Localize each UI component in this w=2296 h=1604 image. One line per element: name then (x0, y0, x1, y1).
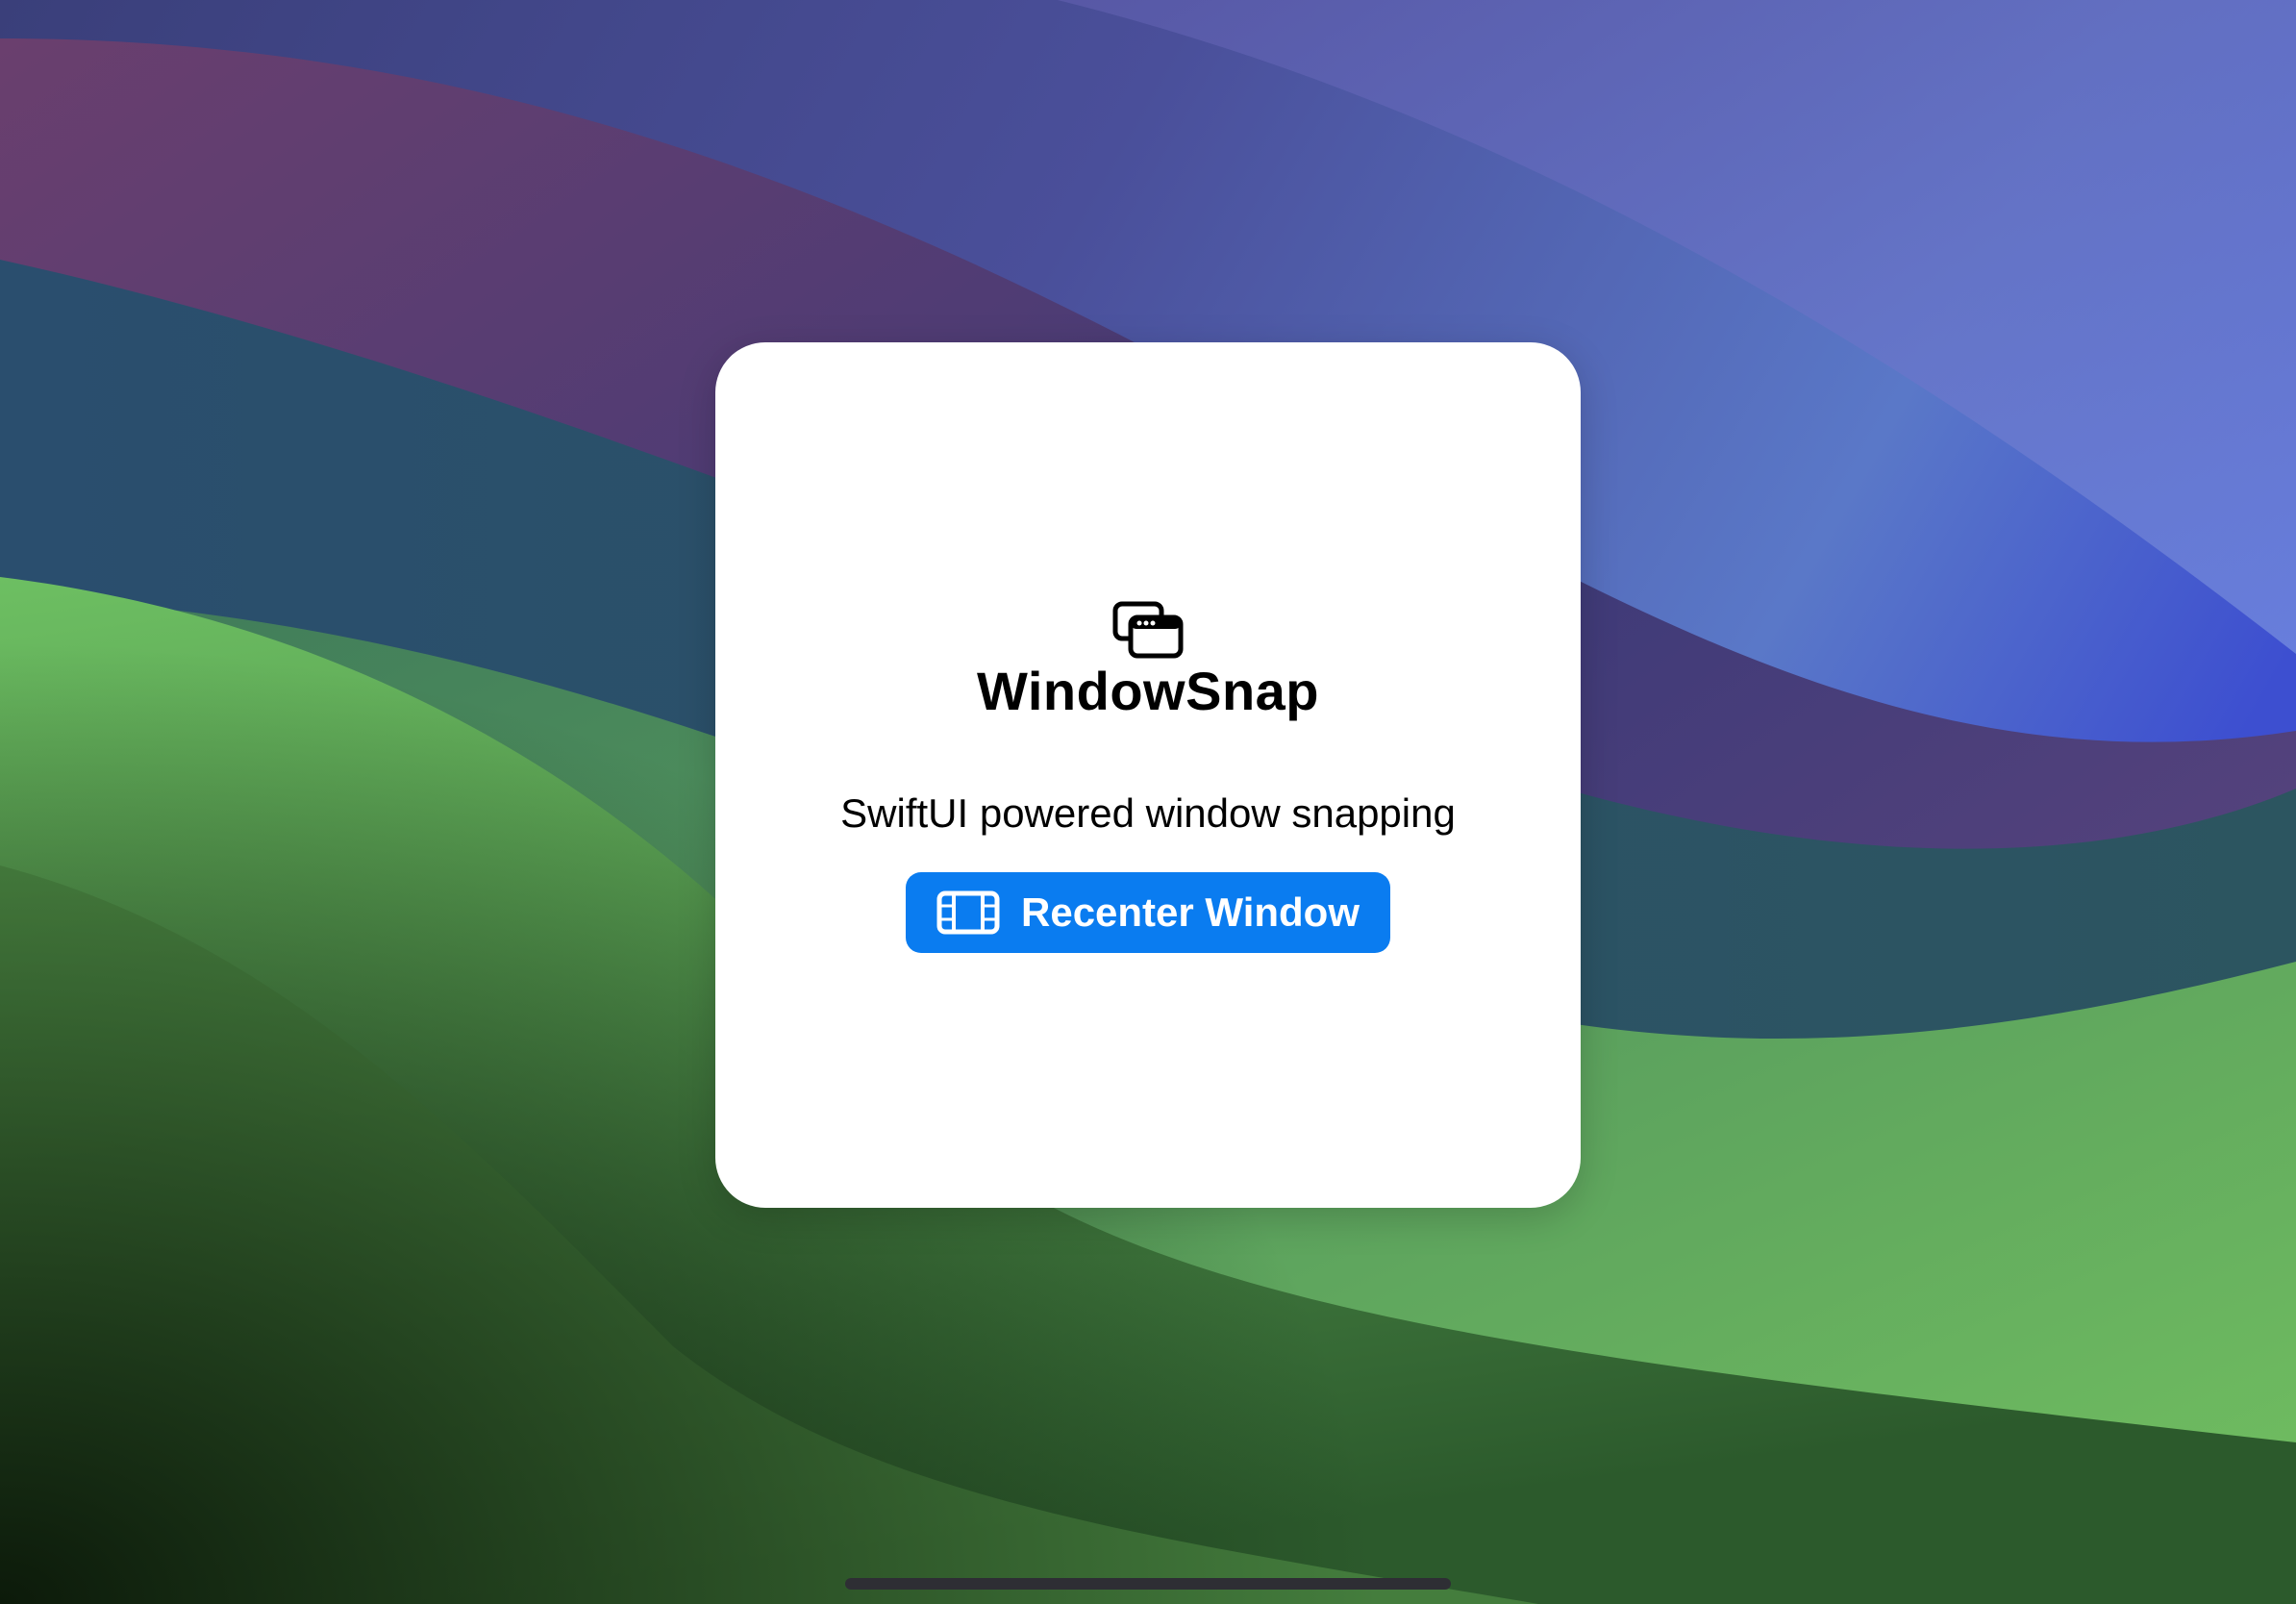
app-window-card: WindowSnap SwiftUI powered window snappi… (715, 342, 1581, 1208)
overlapping-windows-icon (1112, 601, 1184, 659)
desktop: WindowSnap SwiftUI powered window snappi… (0, 0, 2296, 1604)
app-title: WindowSnap (976, 661, 1319, 721)
recenter-window-button[interactable]: Recenter Window (906, 872, 1390, 953)
home-indicator[interactable] (845, 1578, 1451, 1590)
film-strip-icon (936, 890, 1000, 935)
recenter-window-label: Recenter Window (1021, 890, 1360, 935)
app-subtitle: SwiftUI powered window snapping (840, 790, 1456, 836)
